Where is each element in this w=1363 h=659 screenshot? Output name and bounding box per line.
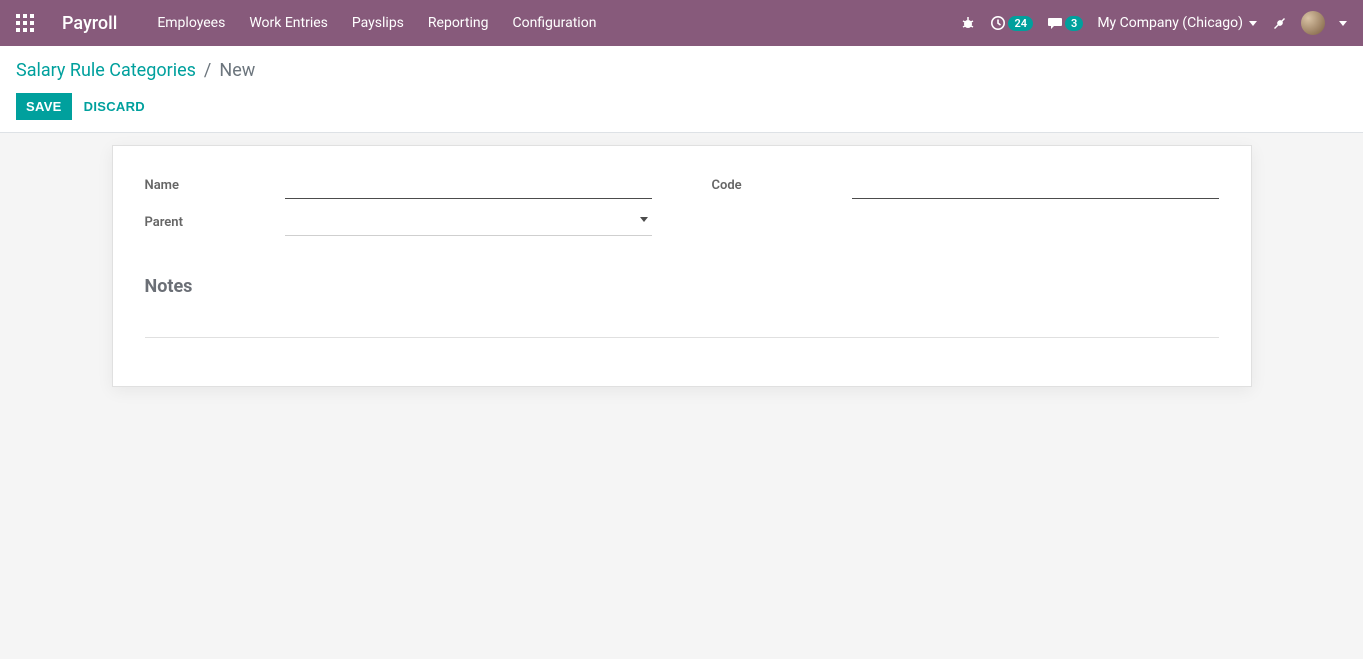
company-switcher[interactable]: My Company (Chicago)	[1097, 15, 1257, 31]
breadcrumb: Salary Rule Categories / New	[16, 60, 1347, 81]
avatar[interactable]	[1301, 11, 1325, 35]
discard-button[interactable]: Discard	[84, 99, 145, 114]
user-menu-caret-icon[interactable]	[1339, 21, 1347, 26]
save-button[interactable]: Save	[16, 93, 72, 120]
menu-payslips[interactable]: Payslips	[352, 15, 404, 31]
app-title[interactable]: Payroll	[62, 13, 117, 34]
nav-right: 24 3 My Company (Chicago)	[960, 11, 1347, 35]
main-menu: Employees Work Entries Payslips Reportin…	[157, 15, 596, 31]
form-sheet: Name Parent Code Notes	[112, 145, 1252, 387]
form-area: Name Parent Code Notes	[0, 133, 1363, 387]
bug-icon[interactable]	[960, 15, 976, 31]
chevron-down-icon	[1249, 21, 1257, 26]
debug-tools-icon[interactable]	[1271, 15, 1287, 31]
parent-label: Parent	[145, 211, 285, 230]
code-label: Code	[712, 174, 852, 193]
code-input[interactable]	[852, 174, 1219, 199]
company-name: My Company (Chicago)	[1097, 15, 1243, 31]
activities-badge: 24	[1008, 16, 1033, 31]
activities-icon[interactable]: 24	[990, 15, 1033, 31]
menu-configuration[interactable]: Configuration	[512, 15, 596, 31]
messages-badge: 3	[1065, 16, 1083, 31]
menu-employees[interactable]: Employees	[157, 15, 225, 31]
notes-separator	[145, 337, 1219, 338]
breadcrumb-current: New	[219, 60, 255, 81]
control-panel: Salary Rule Categories / New Save Discar…	[0, 46, 1363, 133]
notes-heading: Notes	[145, 276, 1219, 297]
breadcrumb-separator: /	[204, 60, 211, 81]
breadcrumb-parent[interactable]: Salary Rule Categories	[16, 60, 196, 81]
menu-work-entries[interactable]: Work Entries	[249, 15, 328, 31]
name-input[interactable]	[285, 174, 652, 199]
parent-input[interactable]	[285, 211, 652, 236]
apps-icon[interactable]	[16, 14, 34, 32]
control-buttons: Save Discard	[16, 93, 1347, 120]
menu-reporting[interactable]: Reporting	[428, 15, 489, 31]
messages-icon[interactable]: 3	[1047, 15, 1083, 31]
name-label: Name	[145, 174, 285, 193]
top-nav: Payroll Employees Work Entries Payslips …	[0, 0, 1363, 46]
